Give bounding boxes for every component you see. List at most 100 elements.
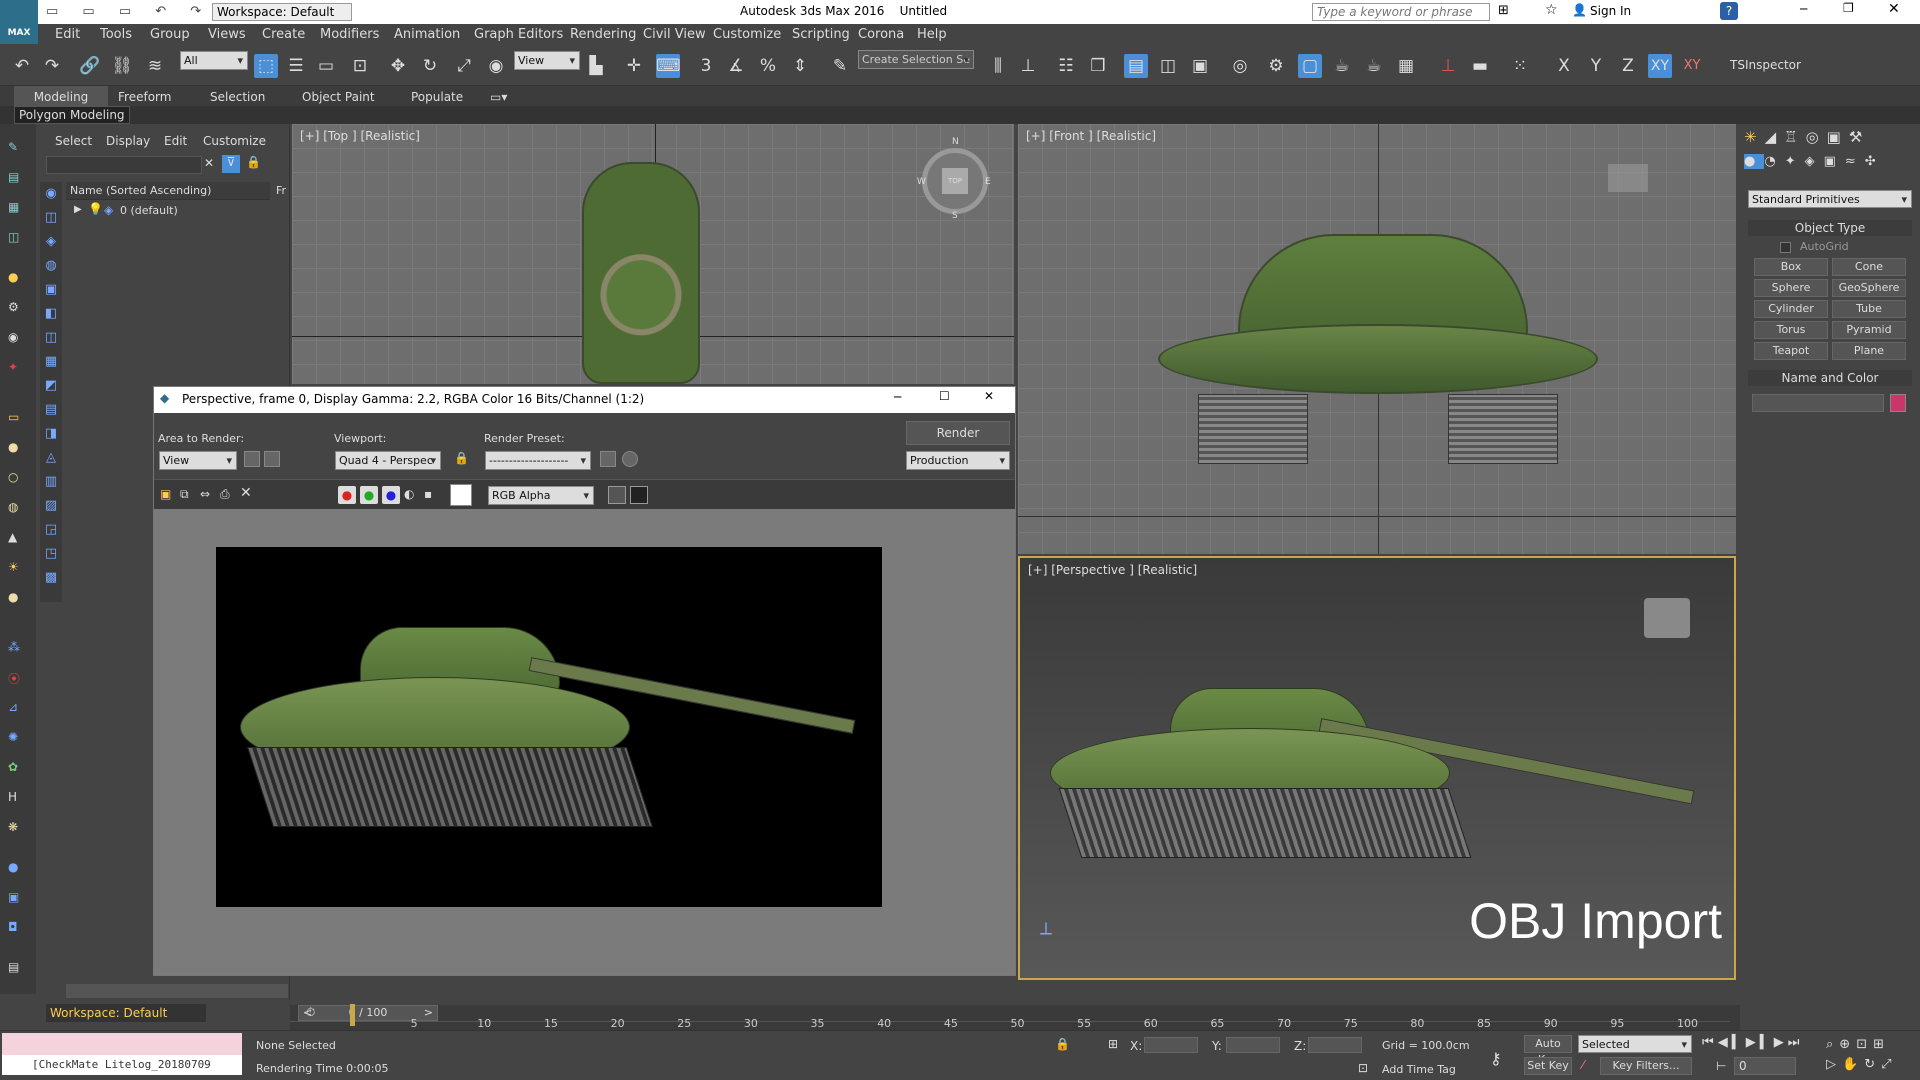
help-icon[interactable]: ? — [1720, 2, 1738, 20]
key-filter-icon[interactable]: ⁄ — [1582, 1058, 1584, 1072]
menu-graph-editors[interactable]: Graph Editors — [474, 27, 563, 42]
menu-help[interactable]: Help — [917, 27, 947, 42]
percent-snap-icon[interactable]: % — [756, 54, 780, 78]
pivot-icon[interactable]: ▙ — [584, 54, 608, 78]
fov-icon[interactable]: ▷ — [1826, 1057, 1842, 1072]
spacewarps-icon[interactable]: ≈ — [1845, 154, 1865, 169]
tank-front-model[interactable] — [1158, 234, 1598, 464]
region-edit-icon[interactable] — [244, 451, 260, 467]
clear-icon[interactable]: ✕ — [240, 485, 252, 501]
layer-explorer-icon[interactable]: ☷ — [1054, 54, 1078, 78]
scene-menu-display[interactable]: Display — [106, 134, 150, 148]
go-to-start-icon[interactable]: ⏮ — [1702, 1035, 1718, 1050]
axis-constraint-icon[interactable]: ⊥ — [1436, 54, 1460, 78]
workspace-selector[interactable]: Workspace: Default — [46, 1004, 206, 1022]
menu-civil-view[interactable]: Civil View — [643, 27, 706, 42]
scene-column-header[interactable]: Name (Sorted Ascending) — [66, 182, 270, 200]
tab-populate[interactable]: Populate — [411, 90, 463, 104]
viewport-front[interactable]: [+] [Front ] [Realistic] — [1018, 124, 1736, 554]
shapes-icon[interactable]: ◔ — [1764, 154, 1784, 169]
render-maximize-button[interactable]: ☐ — [939, 389, 950, 403]
pyramid-button[interactable]: Pyramid — [1832, 321, 1906, 339]
current-frame-marker[interactable] — [350, 1004, 355, 1026]
layer-expand-icon[interactable]: ▶ — [74, 204, 82, 215]
reference-coordinate-dropdown[interactable]: View — [514, 51, 580, 70]
search-input[interactable]: Type a keyword or phrase — [1312, 3, 1490, 21]
isolate-icon[interactable]: 🔒 — [1055, 1037, 1070, 1051]
helpers-icon[interactable]: ▣ — [1824, 154, 1845, 169]
tool-icon-15[interactable]: ● — [8, 590, 18, 604]
menu-views[interactable]: Views — [208, 27, 246, 42]
tool-icon-24[interactable]: ▣ — [8, 890, 19, 904]
tool-icon-3[interactable]: ▦ — [8, 200, 19, 214]
rendered-image[interactable] — [216, 547, 882, 907]
tool-icon-9[interactable]: ▭ — [8, 410, 19, 424]
plane-button[interactable]: Plane — [1832, 342, 1906, 360]
ribbon-subtitle[interactable]: Polygon Modeling — [14, 106, 130, 124]
tool-icon-7[interactable]: ◉ — [8, 330, 18, 344]
add-time-tag[interactable]: Add Time Tag — [1382, 1063, 1456, 1076]
angle-snap-icon[interactable]: ∡ — [724, 54, 748, 78]
workspace-dropdown[interactable]: Workspace: Default — [212, 3, 352, 21]
view-cube[interactable] — [1608, 164, 1648, 192]
maxscript-listener[interactable]: [CheckMate Litelog_20180709 — [2, 1055, 242, 1075]
teapot-button[interactable]: Teapot — [1754, 342, 1828, 360]
add-time-tag-icon[interactable]: ⊡ — [1358, 1061, 1368, 1075]
object-type-header[interactable]: Object Type — [1748, 220, 1912, 236]
z-coord-input[interactable] — [1308, 1037, 1362, 1053]
bind-space-warp-icon[interactable]: ≋ — [143, 54, 167, 78]
layer-item[interactable]: 0 (default) — [120, 204, 178, 217]
render-button[interactable]: Render — [906, 421, 1010, 445]
orbit-icon[interactable]: ↻ — [1864, 1057, 1881, 1072]
print-icon[interactable]: ⎙ — [220, 487, 230, 502]
clone-window-icon[interactable]: ⇔ — [200, 487, 210, 501]
edit-named-selection-icon[interactable]: ✎ — [828, 54, 852, 78]
render-mode-dropdown[interactable]: Production — [906, 451, 1010, 470]
viewport-perspective-label[interactable]: [+] [Perspective ] [Realistic] — [1028, 563, 1197, 577]
tab-freeform[interactable]: Freeform — [118, 90, 171, 104]
key-icon[interactable]: ⚷ — [1490, 1049, 1502, 1068]
tool-icon-10[interactable]: ● — [8, 440, 18, 454]
selection-filter-dropdown[interactable]: All — [180, 51, 248, 70]
scene-column-header-2[interactable]: Fr — [276, 182, 286, 200]
tank-top-model[interactable] — [582, 162, 700, 384]
time-config-icon[interactable]: ⏱ — [306, 1005, 315, 1020]
lights-icon[interactable]: ✦ — [1785, 154, 1805, 169]
zoom-extents-icon[interactable]: ⊡ — [1856, 1037, 1873, 1052]
select-manipulate-icon[interactable]: ✛ — [622, 54, 646, 78]
prev-key-icon[interactable]: ◀▍ — [1718, 1035, 1746, 1050]
spinner-snap-icon[interactable]: ⇕ — [788, 54, 812, 78]
tool-icon-11[interactable]: ○ — [8, 470, 18, 484]
material-editor-icon[interactable]: ◎ — [1228, 54, 1252, 78]
viewport-front-label[interactable]: [+] [Front ] [Realistic] — [1026, 129, 1156, 143]
next-frame-arrow[interactable]: > — [424, 1006, 433, 1020]
tool-icon-21[interactable]: H — [8, 790, 17, 804]
move-icon[interactable]: ✥ — [386, 54, 410, 78]
modify-tab-icon[interactable]: ◢ — [1765, 128, 1785, 146]
systems-icon[interactable]: ✣ — [1865, 154, 1885, 169]
clear-search-icon[interactable]: ✕ — [204, 156, 214, 170]
viewport-perspective[interactable]: [+] [Perspective ] [Realistic] OBJ Impor… — [1018, 556, 1736, 980]
undo-icon[interactable]: ↶ — [10, 54, 34, 78]
star-icon[interactable]: ☆ — [1545, 2, 1558, 18]
display-channel-dropdown[interactable]: RGB Alpha — [488, 486, 594, 505]
align-icon[interactable]: ⊥ — [1016, 54, 1040, 78]
maxscript-listener-pink[interactable] — [2, 1033, 242, 1055]
tool-icon-2[interactable]: ▤ — [8, 170, 19, 184]
tank-perspective-model[interactable] — [1040, 668, 1730, 888]
monochrome-toggle[interactable]: ▪ — [424, 487, 432, 501]
tool-icon-26[interactable]: ▤ — [8, 960, 19, 974]
axis-x-button[interactable]: X — [1552, 54, 1576, 78]
redo-icon[interactable]: ↷ — [40, 54, 64, 78]
binoculars-icon[interactable]: ⊞ — [1498, 3, 1509, 18]
view-cube-face[interactable]: TOP — [942, 168, 968, 194]
key-mode-dropdown[interactable]: Selected — [1578, 1035, 1692, 1053]
zoom-icon[interactable]: ⌕ — [1826, 1037, 1839, 1052]
next-key-icon[interactable]: ▍▶ — [1760, 1035, 1788, 1050]
alpha-channel-toggle[interactable]: ◐ — [404, 487, 414, 501]
rect-selection-icon[interactable]: ▭ — [314, 54, 338, 78]
area-to-render-dropdown[interactable]: View — [159, 451, 237, 470]
name-color-header[interactable]: Name and Color — [1748, 370, 1912, 386]
minimize-button[interactable]: ─ — [1800, 2, 1807, 16]
scene-menu-customize[interactable]: Customize — [203, 134, 266, 148]
